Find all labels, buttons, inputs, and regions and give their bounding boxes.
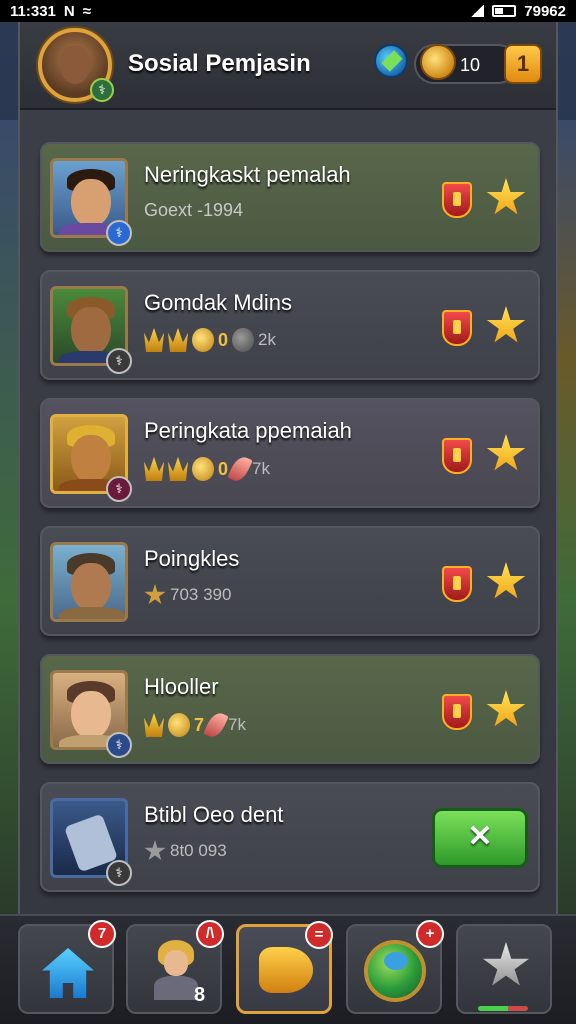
coin-icon bbox=[192, 328, 214, 352]
crown-icon bbox=[168, 457, 188, 481]
crown-icon bbox=[168, 328, 188, 352]
shield-icon[interactable] bbox=[442, 438, 472, 474]
star-icon[interactable] bbox=[486, 178, 526, 215]
stat-score: 8t0 093 bbox=[170, 841, 227, 860]
grey-coin-icon bbox=[232, 328, 255, 352]
wifi-icon: ≈ bbox=[82, 2, 91, 20]
star-small-icon bbox=[144, 584, 166, 605]
star-icon[interactable] bbox=[486, 306, 526, 343]
page-title: Sosial Pemjasin bbox=[128, 50, 311, 77]
world-badge: + bbox=[416, 920, 444, 948]
stat-value: 7 bbox=[194, 714, 205, 735]
header: ⚕ Sosial Pemjasin 10 1 bbox=[20, 22, 556, 110]
rank-badge-icon: ⚕ bbox=[106, 348, 132, 374]
avatar-face bbox=[60, 46, 90, 84]
avatar-badge-icon: ⚕ bbox=[90, 78, 114, 102]
shield-icon[interactable] bbox=[442, 182, 472, 218]
coin-icon bbox=[192, 457, 214, 481]
player-stats: 0 7k bbox=[144, 453, 270, 485]
star-icon bbox=[482, 942, 530, 986]
feather-icon bbox=[203, 709, 229, 741]
status-right-text: 79962 bbox=[524, 2, 566, 20]
rank-badge-icon: ⚕ bbox=[106, 220, 132, 246]
progress-indicator bbox=[478, 1006, 528, 1011]
star-small-icon bbox=[144, 840, 166, 861]
player-sub: Goext -1994 bbox=[144, 200, 244, 220]
fish-icon bbox=[259, 947, 313, 993]
player-stats: 8t0 093 bbox=[144, 840, 227, 862]
rank-badge-icon: ⚕ bbox=[106, 732, 132, 758]
player-name: Hlooller bbox=[144, 674, 219, 699]
nav-shop[interactable]: = bbox=[236, 921, 333, 1014]
home-icon bbox=[42, 948, 94, 998]
friends-count: 8 bbox=[194, 984, 206, 1006]
player-name: Btibl Oeo dent bbox=[144, 802, 284, 827]
coin-icon bbox=[168, 713, 190, 737]
signal-icon bbox=[470, 5, 485, 17]
star-icon[interactable] bbox=[486, 690, 526, 727]
list-item[interactable]: ⚕ Btibl Oeo dent 8t0 093 ✕ bbox=[40, 782, 540, 892]
star-icon[interactable] bbox=[486, 562, 526, 599]
crown-icon bbox=[144, 328, 164, 352]
notification-icon: N bbox=[63, 2, 75, 20]
nav-world[interactable]: + bbox=[346, 920, 444, 1014]
home-badge: 7 bbox=[88, 920, 116, 948]
player-name: Poingkles bbox=[144, 546, 240, 571]
player-stats: 0 2k bbox=[144, 328, 276, 352]
dismiss-button[interactable]: ✕ bbox=[432, 808, 528, 868]
stat-score: 703 390 bbox=[170, 585, 232, 604]
stat-score: 7k bbox=[228, 715, 246, 734]
add-coins-button[interactable]: 1 bbox=[504, 44, 542, 84]
friends-badge: /\ bbox=[196, 920, 224, 948]
crown-icon bbox=[144, 457, 164, 481]
star-icon[interactable] bbox=[486, 434, 526, 471]
coin-value: 10 bbox=[460, 55, 481, 75]
shield-icon[interactable] bbox=[442, 310, 472, 346]
battery-icon bbox=[492, 5, 517, 17]
coin-icon bbox=[420, 44, 456, 80]
player-name: Peringkata ppemaiah bbox=[144, 418, 352, 443]
rank-badge-icon: ⚕ bbox=[106, 860, 132, 886]
rank-badge-icon: ⚕ bbox=[106, 476, 132, 502]
nav-home[interactable]: 7 bbox=[18, 920, 116, 1014]
list-item[interactable]: ⚕ Peringkata ppemaiah 0 7k bbox=[40, 398, 540, 508]
shield-icon[interactable] bbox=[442, 566, 472, 602]
stat-score: 2k bbox=[258, 330, 276, 349]
player-stats: 703 390 bbox=[144, 584, 231, 606]
main-panel: ⚕ Sosial Pemjasin 10 1 ⚕ Neringkaskt pem… bbox=[18, 22, 558, 1024]
list-item[interactable]: ⚕ Gomdak Mdins 0 2k bbox=[40, 270, 540, 380]
list-item[interactable]: ⚕ Neringkaskt pemalah Goext -1994 bbox=[40, 142, 540, 252]
player-stats: 7 7k bbox=[144, 709, 246, 741]
nav-friends[interactable]: 8 /\ bbox=[126, 920, 224, 1014]
shield-icon[interactable] bbox=[442, 694, 472, 730]
list-item[interactable]: ⚕ Hlooller 7 7k bbox=[40, 654, 540, 764]
feather-icon bbox=[227, 453, 253, 485]
crown-icon bbox=[144, 713, 164, 737]
stat-value: 0 bbox=[218, 329, 229, 350]
stat-value: 0 bbox=[218, 458, 229, 479]
player-name: Neringkaskt pemalah bbox=[144, 162, 351, 187]
gem-icon[interactable] bbox=[374, 44, 408, 78]
status-bar: 11:331 N ≈ 79962 bbox=[0, 0, 576, 22]
player-name: Gomdak Mdins bbox=[144, 290, 292, 315]
stat-score: 7k bbox=[252, 459, 270, 478]
player-portrait bbox=[50, 542, 128, 622]
list-item[interactable]: Poingkles 703 390 bbox=[40, 526, 540, 636]
nav-favorites[interactable] bbox=[456, 924, 552, 1014]
status-time: 11:331 bbox=[10, 2, 56, 20]
character-icon bbox=[154, 940, 198, 1000]
bottom-nav: 7 8 /\ = + bbox=[0, 914, 576, 1024]
globe-icon bbox=[364, 940, 426, 1002]
shop-badge: = bbox=[305, 921, 333, 949]
